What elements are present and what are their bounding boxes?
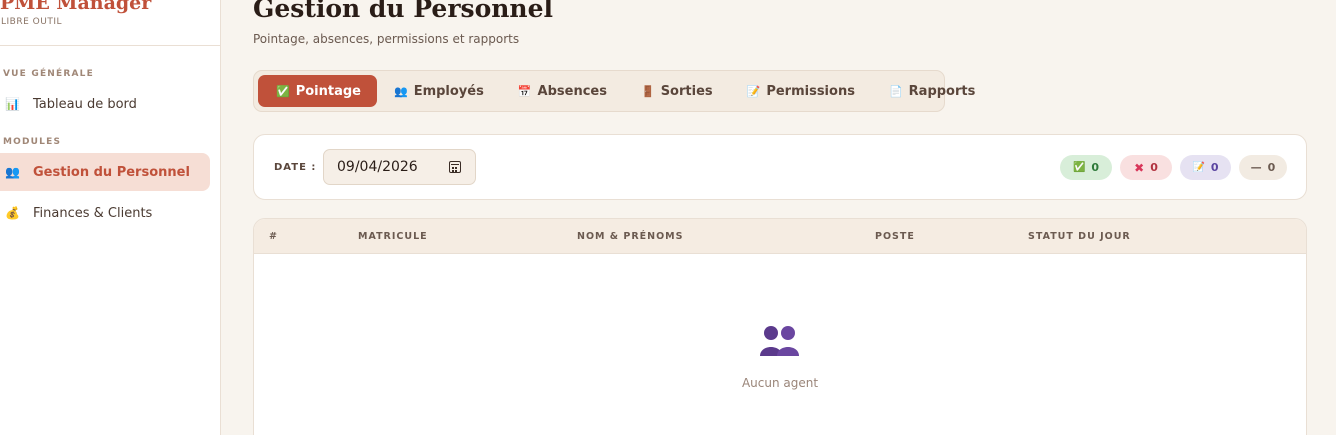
date-label: DATE : (274, 162, 317, 173)
tab-label: Sorties (660, 83, 713, 99)
tab-rapports[interactable]: 📄 Rapports (872, 75, 992, 107)
permission-count: 0 (1210, 161, 1219, 174)
sidebar-item-dashboard[interactable]: 📊 Tableau de bord (0, 85, 210, 123)
empty-state-text: Aucun agent (741, 376, 819, 390)
money-bag-icon: 💰 (5, 206, 20, 220)
date-input[interactable]: 09/04/2026 (323, 149, 476, 185)
cross-icon: ✖ (1134, 160, 1145, 175)
attendance-table: # MATRICULE NOM & PRÉNOMS POSTE STATUT D… (253, 218, 1307, 435)
unmarked-count: 0 (1267, 161, 1276, 174)
column-header-position: POSTE (875, 231, 915, 242)
sidebar-item-personnel[interactable]: 👥 Gestion du Personnel (0, 153, 210, 191)
document-icon: 📄 (888, 84, 903, 98)
sidebar-divider (0, 45, 220, 46)
memo-icon: 📝 (746, 84, 761, 98)
people-icon: 👥 (5, 165, 20, 179)
sidebar: PME Manager LIBRE OUTIL VUE GÉNÉRALE 📊 T… (0, 0, 221, 435)
tab-employes[interactable]: 👥 Employés (377, 75, 501, 107)
date-filter-card: DATE : 09/04/2026 ✅ 0 ✖ 0 📝 0 — 0 (253, 134, 1307, 200)
check-box-icon: ✅ (1072, 162, 1086, 173)
absent-count: 0 (1150, 161, 1158, 174)
tab-permissions[interactable]: 📝 Permissions (730, 75, 872, 107)
brand-title: PME Manager (0, 0, 152, 14)
unmarked-count-badge: — 0 (1239, 155, 1287, 180)
sidebar-item-label: Tableau de bord (33, 96, 137, 112)
calendar-icon: 📅 (517, 84, 532, 98)
tab-label: Absences (537, 83, 607, 99)
column-header-status: STATUT DU JOUR (1028, 231, 1131, 242)
people-icon: 👥 (393, 84, 408, 98)
memo-icon: 📝 (1192, 162, 1205, 173)
tab-label: Rapports (908, 83, 976, 99)
dash-icon: — (1250, 161, 1262, 174)
page-title: Gestion du Personnel (253, 0, 553, 23)
column-header-name: NOM & PRÉNOMS (577, 231, 684, 242)
tab-label: Pointage (295, 83, 361, 99)
check-box-icon: ✅ (276, 84, 290, 98)
sidebar-item-label: Gestion du Personnel (33, 164, 190, 180)
present-count: 0 (1091, 161, 1100, 174)
sidebar-item-finances[interactable]: 💰 Finances & Clients (0, 194, 210, 232)
door-icon: 🚪 (640, 84, 655, 98)
tab-pointage[interactable]: ✅ Pointage (258, 75, 377, 107)
table-header: # MATRICULE NOM & PRÉNOMS POSTE STATUT D… (254, 219, 1306, 254)
permission-count-badge: 📝 0 (1180, 155, 1231, 180)
tab-label: Employés (413, 83, 484, 99)
section-modules: MODULES (3, 137, 62, 147)
bar-chart-icon: 📊 (5, 97, 20, 111)
column-header-number: # (269, 231, 278, 242)
column-header-matricule: MATRICULE (358, 231, 428, 242)
page-subtitle: Pointage, absences, permissions et rappo… (253, 32, 520, 46)
tab-bar: ✅ Pointage 👥 Employés 📅 Absences 🚪 Sorti… (253, 70, 975, 112)
present-count-badge: ✅ 0 (1060, 155, 1112, 180)
date-value: 09/04/2026 (337, 159, 418, 175)
calendar-picker-icon[interactable] (449, 161, 461, 173)
brand-subtitle: LIBRE OUTIL (1, 17, 62, 27)
sidebar-item-label: Finances & Clients (33, 205, 153, 221)
people-icon (760, 326, 799, 356)
section-overview: VUE GÉNÉRALE (3, 69, 94, 79)
tab-label: Permissions (766, 83, 855, 99)
absent-count-badge: ✖ 0 (1120, 155, 1172, 180)
tab-sorties[interactable]: 🚪 Sorties (624, 75, 730, 107)
tab-absences[interactable]: 📅 Absences (501, 75, 624, 107)
